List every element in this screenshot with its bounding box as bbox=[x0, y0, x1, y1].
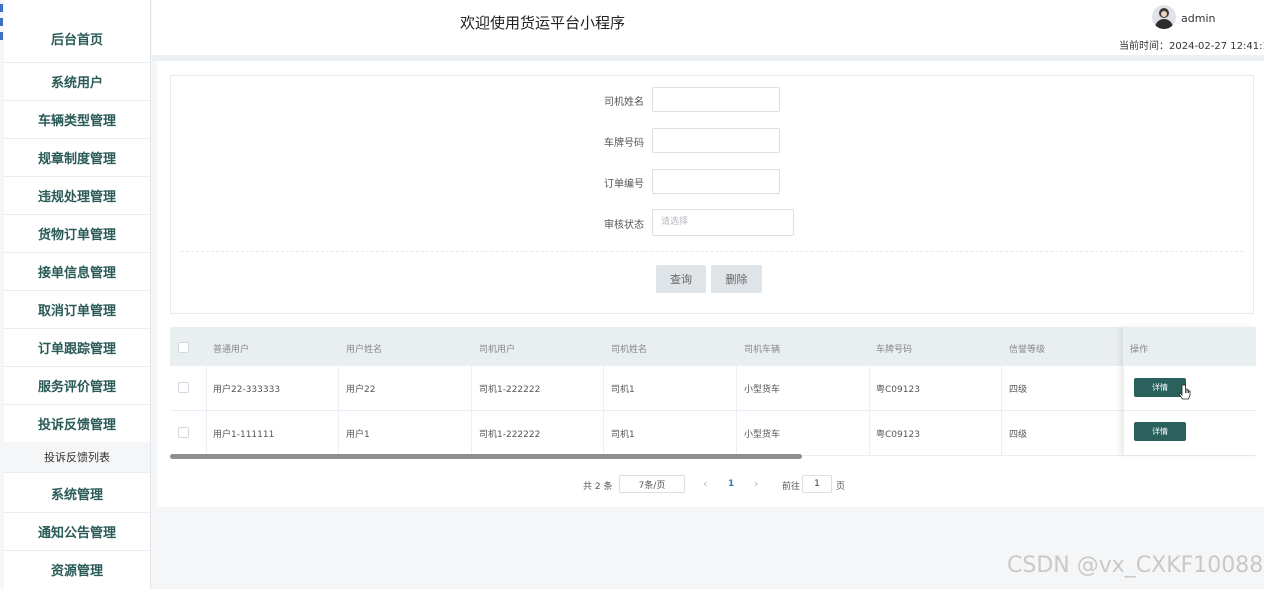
sidebar-item-service-reviews[interactable]: 服务评价管理 bbox=[4, 367, 150, 405]
prev-page-icon[interactable]: ‹ bbox=[703, 477, 707, 490]
review-status-select[interactable]: 请选择 bbox=[652, 209, 794, 236]
avatar[interactable] bbox=[1152, 5, 1176, 29]
sidebar-subitem-complaint-list[interactable]: 投诉反馈列表 bbox=[4, 442, 150, 473]
column-header: 普通用户 bbox=[213, 345, 250, 355]
sidebar-item-label: 货物订单管理 bbox=[37, 228, 116, 243]
table-cell: 用户1-111111 bbox=[213, 430, 275, 440]
data-table: 普通用户 用户姓名 司机用户 司机姓名 司机车辆 车牌号码 信誉等级 操作 用户… bbox=[170, 327, 1256, 456]
table-cell: 司机1-222222 bbox=[479, 430, 541, 440]
table-cell: 小型货车 bbox=[744, 430, 781, 440]
sidebar-item-label: 订单跟踪管理 bbox=[37, 342, 116, 357]
table-cell: 司机1 bbox=[611, 430, 635, 440]
row-checkbox[interactable] bbox=[178, 427, 189, 438]
sidebar-item-label: 后台首页 bbox=[50, 32, 103, 48]
sidebar-item-regulations[interactable]: 规章制度管理 bbox=[4, 139, 150, 177]
order-number-input[interactable] bbox=[652, 169, 780, 194]
page-size-select[interactable]: 7条/页 bbox=[619, 475, 685, 493]
table-cell: 用户22 bbox=[346, 385, 376, 395]
column-header: 司机用户 bbox=[479, 345, 516, 355]
table-row: 用户22-333333 用户22 司机1-222222 司机1 小型货车 粤C0… bbox=[170, 366, 1256, 411]
sidebar-item-label: 投诉反馈管理 bbox=[37, 418, 116, 433]
table-cell: 司机1-222222 bbox=[479, 385, 541, 395]
sidebar-item-order-tracking[interactable]: 订单跟踪管理 bbox=[4, 329, 150, 367]
sidebar-item-system-users[interactable]: 系统用户 bbox=[4, 63, 150, 101]
sidebar-item-vehicle-types[interactable]: 车辆类型管理 bbox=[4, 101, 150, 139]
sidebar-item-label: 服务评价管理 bbox=[37, 380, 116, 395]
sidebar-item-label: 系统管理 bbox=[50, 488, 103, 503]
column-header: 司机姓名 bbox=[611, 345, 648, 355]
sidebar-item-system-management[interactable]: 系统管理 bbox=[4, 475, 150, 513]
table-cell: 四级 bbox=[1009, 385, 1028, 395]
table-row: 用户1-111111 用户1 司机1-222222 司机1 小型货车 粤C091… bbox=[170, 411, 1256, 456]
query-button[interactable]: 查询 bbox=[656, 265, 706, 293]
sidebar: 后台首页 系统用户 车辆类型管理 规章制度管理 违规处理管理 货物订单管理 接单… bbox=[4, 0, 151, 589]
row-checkbox[interactable] bbox=[178, 382, 189, 393]
goto-suffix: 页 bbox=[836, 482, 846, 492]
table-cell: 用户1 bbox=[346, 430, 370, 440]
column-header: 信誉等级 bbox=[1009, 345, 1046, 355]
plate-number-label: 车牌号码 bbox=[604, 138, 644, 149]
sidebar-item-notices[interactable]: 通知公告管理 bbox=[4, 513, 150, 551]
select-all-checkbox[interactable] bbox=[178, 342, 189, 353]
sidebar-item-label: 系统用户 bbox=[50, 76, 103, 91]
driver-name-label: 司机姓名 bbox=[604, 97, 644, 108]
sidebar-item-label: 取消订单管理 bbox=[37, 304, 116, 319]
sidebar-subitem-label: 投诉反馈列表 bbox=[44, 451, 110, 464]
delete-button[interactable]: 删除 bbox=[711, 265, 762, 293]
sidebar-item-label: 规章制度管理 bbox=[37, 152, 116, 167]
table-cell: 四级 bbox=[1009, 430, 1028, 440]
sidebar-item-label: 资源管理 bbox=[50, 564, 103, 579]
goto-prefix: 前往 bbox=[782, 482, 801, 492]
sidebar-item-label: 通知公告管理 bbox=[37, 526, 116, 541]
driver-name-input[interactable] bbox=[652, 87, 780, 112]
next-page-icon[interactable]: › bbox=[754, 477, 758, 490]
sidebar-item-home[interactable]: 后台首页 bbox=[4, 14, 150, 63]
sidebar-item-cargo-orders[interactable]: 货物订单管理 bbox=[4, 215, 150, 253]
column-header: 用户姓名 bbox=[346, 345, 383, 355]
sidebar-item-label: 违规处理管理 bbox=[37, 190, 116, 205]
header: 欢迎使用货运平台小程序 admin 当前时间：2024-02-27 12:41:… bbox=[152, 0, 1264, 55]
sidebar-item-violations[interactable]: 违规处理管理 bbox=[4, 177, 150, 215]
sidebar-item-label: 车辆类型管理 bbox=[37, 114, 116, 129]
horizontal-scrollbar[interactable] bbox=[170, 454, 802, 459]
order-number-label: 订单编号 bbox=[604, 179, 644, 190]
table-cell: 小型货车 bbox=[744, 385, 781, 395]
table-cell: 粤C09123 bbox=[876, 430, 920, 440]
plate-number-input[interactable] bbox=[652, 128, 780, 153]
column-header: 车牌号码 bbox=[876, 345, 913, 355]
sidebar-item-resources[interactable]: 资源管理 bbox=[4, 551, 150, 588]
sidebar-item-label: 接单信息管理 bbox=[37, 266, 116, 281]
table-cell: 粤C09123 bbox=[876, 385, 920, 395]
review-status-label: 审核状态 bbox=[604, 220, 644, 231]
username[interactable]: admin bbox=[1181, 12, 1215, 25]
watermark: CSDN @vx_CXKF10088 bbox=[1007, 553, 1264, 578]
table-header: 普通用户 用户姓名 司机用户 司机姓名 司机车辆 车牌号码 信誉等级 操作 bbox=[170, 327, 1256, 366]
sidebar-item-cancel-orders[interactable]: 取消订单管理 bbox=[4, 291, 150, 329]
table-cell: 司机1 bbox=[611, 385, 635, 395]
current-time: 当前时间：2024-02-27 12:41:1 bbox=[1119, 41, 1264, 52]
sidebar-item-complaints[interactable]: 投诉反馈管理 bbox=[4, 405, 150, 443]
goto-page-input[interactable]: 1 bbox=[802, 475, 832, 493]
page-number-current[interactable]: 1 bbox=[728, 479, 734, 489]
column-header: 司机车辆 bbox=[744, 345, 781, 355]
pagination-total: 共 2 条 bbox=[583, 482, 613, 492]
sidebar-item-accepted-orders[interactable]: 接单信息管理 bbox=[4, 253, 150, 291]
form-divider bbox=[181, 251, 1243, 252]
table-cell: 用户22-333333 bbox=[213, 385, 281, 395]
mouse-cursor-icon bbox=[1178, 384, 1191, 400]
page-title: 欢迎使用货运平台小程序 bbox=[460, 14, 626, 32]
